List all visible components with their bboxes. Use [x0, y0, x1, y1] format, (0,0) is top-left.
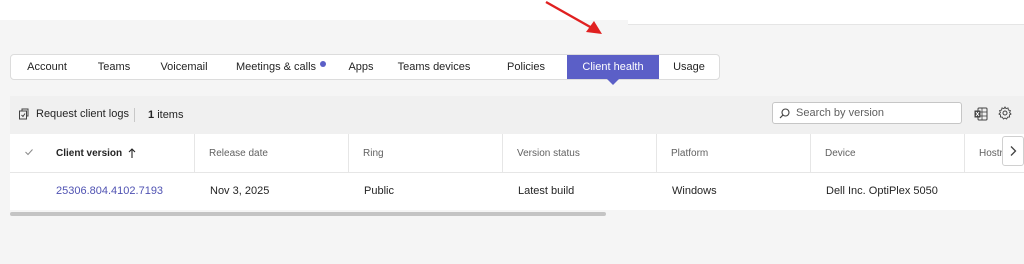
horizontal-scrollbar[interactable]: [10, 212, 606, 216]
table-header: Client version Release date Ring Version…: [10, 134, 1024, 173]
sort-up-icon: [128, 147, 136, 158]
toolbar-divider: [134, 108, 135, 122]
chevron-right-icon: [1010, 146, 1017, 156]
search-input[interactable]: Search by version: [772, 102, 962, 124]
tab-meetings-calls[interactable]: Meetings & calls: [223, 55, 339, 79]
scroll-right-button[interactable]: [1002, 136, 1024, 166]
client-health-table: Client version Release date Ring Version…: [10, 134, 1024, 210]
item-count: 1 items: [148, 109, 184, 121]
column-header-version-status[interactable]: Version status: [502, 134, 656, 172]
tab-account[interactable]: Account: [11, 55, 83, 79]
cell-release-date: Nov 3, 2025: [210, 185, 270, 197]
gear-icon[interactable]: [998, 106, 1012, 120]
tab-policies[interactable]: Policies: [485, 55, 567, 79]
cell-ring: Public: [364, 185, 394, 197]
table-row[interactable]: 25306.804.4102.7193 Nov 3, 2025 Public L…: [10, 172, 1024, 210]
tab-teams[interactable]: Teams: [83, 55, 145, 79]
request-client-logs-button[interactable]: Request client logs: [18, 108, 129, 120]
tab-client-health[interactable]: Client health: [567, 55, 659, 79]
excel-icon[interactable]: [974, 107, 988, 121]
cell-version-status: Latest build: [518, 185, 575, 197]
cell-platform: Windows: [672, 185, 717, 197]
check-icon[interactable]: [24, 147, 34, 157]
tab-teams-devices[interactable]: Teams devices: [383, 55, 485, 79]
column-header-ring[interactable]: Ring: [348, 134, 502, 172]
tab-usage[interactable]: Usage: [659, 55, 719, 79]
column-header-device[interactable]: Device: [810, 134, 964, 172]
red-arrow-annotation: [545, 0, 602, 34]
column-header-platform[interactable]: Platform: [656, 134, 810, 172]
cell-client-version[interactable]: 25306.804.4102.7193: [56, 172, 194, 210]
cell-device: Dell Inc. OptiPlex 5050: [826, 185, 938, 197]
column-header-release-date[interactable]: Release date: [194, 134, 348, 172]
notification-dot-icon: [320, 61, 327, 67]
column-header-client-version[interactable]: Client version: [56, 134, 194, 172]
tab-bar: Account Teams Voicemail Meetings & calls…: [10, 54, 720, 80]
tab-voicemail[interactable]: Voicemail: [145, 55, 223, 79]
tab-apps[interactable]: Apps: [339, 55, 383, 79]
toolbar: Request client logs 1 items Search by ve…: [10, 96, 1024, 134]
search-icon: [779, 107, 790, 118]
request-logs-icon: [19, 108, 29, 120]
top-right-bar: [628, 16, 1024, 25]
